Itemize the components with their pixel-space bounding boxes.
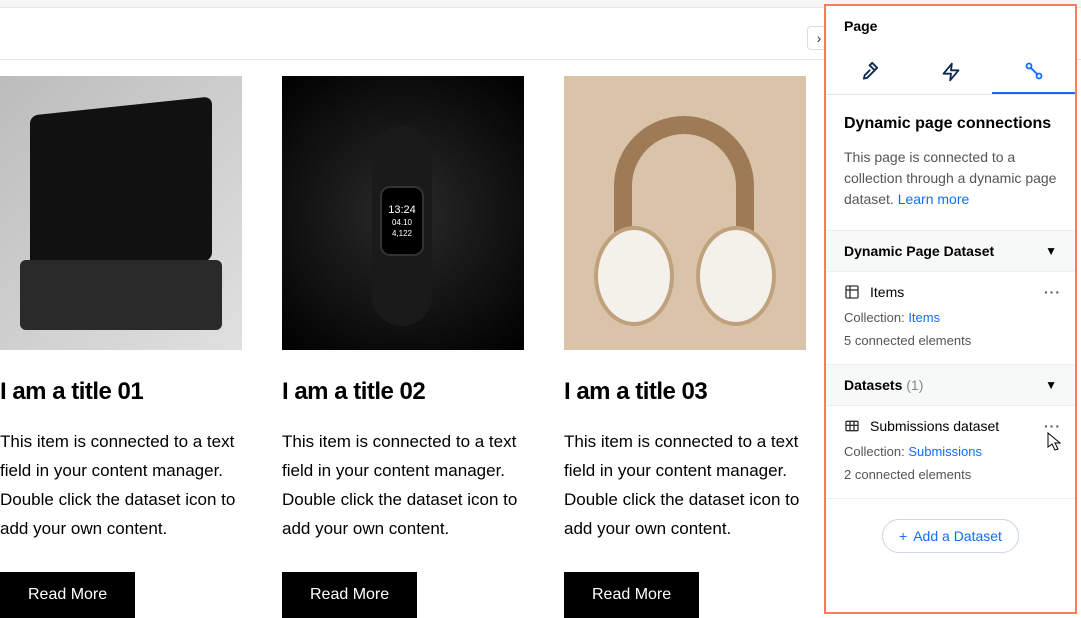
more-icon[interactable]: ···	[1044, 418, 1061, 434]
panel-title: Page	[826, 6, 1075, 42]
add-dataset-label: Add a Dataset	[913, 528, 1002, 544]
panel-intro-section: Dynamic page connections This page is co…	[826, 95, 1075, 230]
watch-steps: 4,122	[392, 229, 412, 238]
dataset-icon	[844, 284, 860, 300]
dataset-connected-elements: 2 connected elements	[826, 461, 1075, 498]
dataset-collection: Collection: Submissions	[826, 438, 1075, 461]
product-image-tablet	[0, 76, 242, 350]
tab-connections[interactable]	[992, 50, 1075, 94]
collection-label: Collection:	[844, 444, 908, 459]
group-dynamic-page-dataset[interactable]: Dynamic Page Dataset ▼	[826, 230, 1075, 272]
group-title-wrap: Datasets (1)	[844, 377, 923, 393]
card-title: I am a title 01	[0, 378, 242, 406]
add-dataset-button[interactable]: + Add a Dataset	[882, 519, 1019, 553]
dataset-name: Submissions dataset	[870, 418, 999, 434]
dataset-row-items[interactable]: Items ···	[826, 272, 1075, 304]
watch-face: 13:24 04.10 4,122	[380, 186, 424, 256]
watch-date: 04.10	[392, 218, 412, 227]
more-icon[interactable]: ···	[1044, 284, 1061, 300]
group-title: Datasets	[844, 377, 902, 393]
panel-tabs	[826, 50, 1075, 95]
section-title: Dynamic page connections	[844, 115, 1057, 133]
collection-label: Collection:	[844, 310, 908, 325]
section-description: This page is connected to a collection t…	[844, 147, 1057, 210]
product-card: 13:24 04.10 4,122 I am a title 02 This i…	[282, 76, 524, 618]
product-card: I am a title 03 This item is connected t…	[564, 76, 806, 618]
card-title: I am a title 02	[282, 378, 524, 406]
dataset-connected-elements: 5 connected elements	[826, 327, 1075, 364]
read-more-button[interactable]: Read More	[0, 572, 135, 618]
tab-design[interactable]	[826, 50, 909, 94]
group-count: (1)	[906, 377, 923, 393]
group-title: Dynamic Page Dataset	[844, 243, 994, 259]
read-more-button[interactable]: Read More	[564, 572, 699, 618]
plus-icon: +	[899, 528, 907, 544]
dataset-row-submissions[interactable]: Submissions dataset ···	[826, 406, 1075, 438]
add-dataset-section: + Add a Dataset	[826, 498, 1075, 573]
connections-icon	[1024, 61, 1044, 81]
card-title: I am a title 03	[564, 378, 806, 406]
card-description: This item is connected to a text field i…	[564, 428, 806, 544]
product-image-headphones	[564, 76, 806, 350]
caret-down-icon: ▼	[1045, 244, 1057, 258]
lightning-icon	[941, 62, 961, 82]
brush-icon	[858, 62, 878, 82]
caret-down-icon: ▼	[1045, 378, 1057, 392]
collection-link[interactable]: Submissions	[908, 444, 982, 459]
group-datasets[interactable]: Datasets (1) ▼	[826, 364, 1075, 406]
headphone-cup-left	[594, 226, 674, 326]
collection-link[interactable]: Items	[908, 310, 940, 325]
card-description: This item is connected to a text field i…	[0, 428, 242, 544]
card-description: This item is connected to a text field i…	[282, 428, 524, 544]
product-card: I am a title 01 This item is connected t…	[0, 76, 242, 618]
headphone-cup-right	[696, 226, 776, 326]
product-image-watch: 13:24 04.10 4,122	[282, 76, 524, 350]
dataset-name: Items	[870, 284, 904, 300]
tab-interactions[interactable]	[909, 50, 992, 94]
page-inspector-panel: Page Dynamic page connections This page …	[824, 4, 1077, 614]
learn-more-link[interactable]: Learn more	[898, 191, 970, 207]
dataset-collection: Collection: Items	[826, 304, 1075, 327]
watch-time: 13:24	[388, 204, 416, 216]
table-icon	[844, 418, 860, 434]
read-more-button[interactable]: Read More	[282, 572, 417, 618]
